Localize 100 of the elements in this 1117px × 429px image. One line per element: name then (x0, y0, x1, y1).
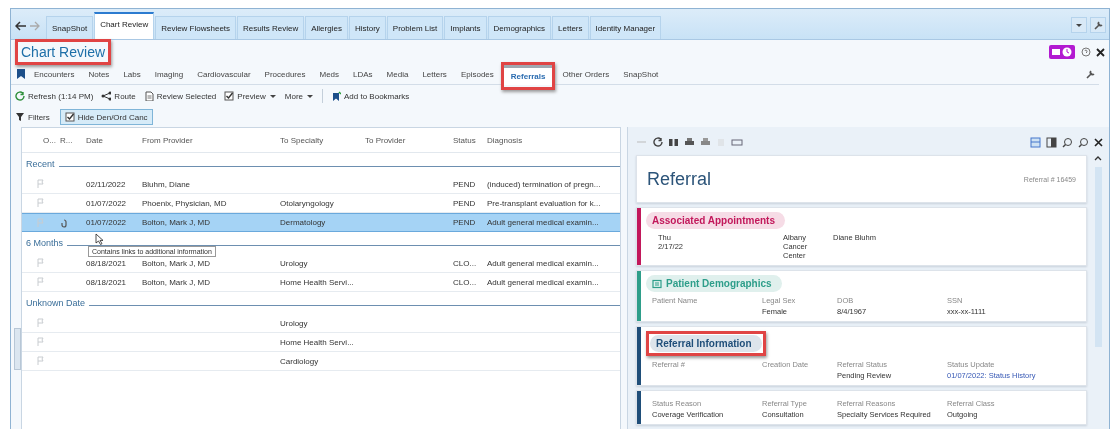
checkbox[interactable] (224, 91, 235, 101)
section-tab[interactable]: Referrals (503, 65, 553, 85)
section-title: Patient Demographics (646, 275, 782, 292)
section-tab[interactable]: Notes (81, 64, 117, 84)
table-cell: Cardiology (280, 356, 319, 366)
section-tab[interactable]: SnapShot (616, 64, 666, 84)
table-cell: Bolton, Mark J, MD (142, 258, 210, 268)
group-label: Recent (26, 159, 55, 169)
toolbar-button[interactable]: Route (101, 91, 136, 101)
column-header[interactable]: R... (60, 135, 73, 145)
toolbar-button[interactable]: Add to Bookmarks (331, 91, 410, 101)
window-tab[interactable]: Identity Manager (589, 16, 662, 39)
table-cell: (induced) termination of pregn... (487, 179, 601, 189)
pointer-cursor-icon (95, 233, 103, 245)
bookmark-icon[interactable] (15, 68, 27, 80)
activity-title: Chart Review (20, 43, 107, 61)
zoom-out-icon[interactable] (1062, 136, 1073, 148)
table-cell: Adult general medical examin... (487, 218, 599, 227)
link-icon[interactable] (60, 217, 68, 228)
table-cell: CLO... (453, 277, 477, 287)
section-tab[interactable]: Media (379, 64, 416, 84)
window-tab[interactable]: Demographics (487, 16, 552, 39)
wrench-icon (1093, 20, 1103, 30)
toolbar-button[interactable]: Preview (224, 91, 277, 101)
binoculars-icon[interactable] (668, 137, 679, 147)
notification-badge[interactable] (1049, 45, 1075, 59)
table-cell: PEND (453, 179, 476, 189)
section-tab[interactable]: Labs (116, 64, 148, 84)
split-view-icon[interactable] (1046, 136, 1057, 148)
column-header[interactable]: Diagnosis (487, 135, 523, 145)
filter-toggle[interactable]: Hide Den/Ord Canc (59, 109, 153, 125)
bookmark-icon (331, 91, 341, 101)
table-row[interactable]: 01/07/2022 Bolton, Mark J, MD Dermatology PEND Adult general medical examin... (22, 213, 620, 232)
table-cell: PEND (453, 218, 476, 227)
table-cell: Adult general medical examin... (487, 258, 599, 268)
toolbar-button[interactable]: Review Selected (143, 91, 217, 101)
column-header[interactable]: Status (453, 135, 476, 145)
window-tab[interactable]: Allergies (305, 16, 348, 39)
refresh-icon (15, 91, 25, 101)
printer-icon[interactable] (700, 137, 711, 147)
section-tab[interactable]: Letters (415, 64, 454, 84)
section-tab[interactable]: Imaging (147, 64, 191, 84)
window-tab[interactable]: Results Review (237, 16, 305, 39)
help-icon[interactable] (1081, 47, 1091, 57)
table-cell: Bolton, Mark J, MD (142, 218, 210, 227)
window-tab[interactable]: SnapShot (46, 16, 94, 39)
wrench-button[interactable] (1090, 17, 1106, 33)
table-cell: Dermatology (280, 218, 326, 227)
column-header[interactable]: To Specialty (280, 135, 324, 145)
column-header[interactable]: Date (86, 135, 103, 145)
section-tab[interactable]: Procedures (257, 64, 313, 84)
table-cell: Otolaryngology (280, 198, 334, 208)
close-icon[interactable] (1094, 137, 1103, 147)
window-tab[interactable]: Chart Review (94, 12, 155, 39)
table-cell: Urology (280, 258, 308, 268)
keyboard-icon[interactable] (731, 138, 743, 146)
window-tab[interactable]: Problem List (386, 16, 444, 39)
report-title: Referral (647, 168, 712, 190)
printer-icon[interactable] (684, 137, 695, 147)
section-tab[interactable]: Encounters (27, 64, 82, 84)
section-tab[interactable]: LDAs (346, 64, 380, 84)
section-title: Referral Information (650, 335, 762, 352)
window-tab[interactable]: Implants (444, 16, 487, 39)
section-tab[interactable]: Cardiovascular (190, 64, 258, 84)
group-label: Unknown Date (26, 298, 86, 308)
table-cell: 01/07/2022 (86, 198, 127, 208)
checkbox[interactable] (64, 112, 75, 122)
filter-icon (15, 112, 25, 122)
caret-icon (1075, 21, 1083, 29)
window-tab[interactable]: History (348, 16, 386, 39)
close-icon[interactable] (1096, 47, 1105, 57)
section-tab[interactable]: Meds (312, 64, 347, 84)
filters-button[interactable]: Filters (15, 112, 50, 122)
column-header[interactable]: To Provider (365, 135, 406, 145)
table-cell: Phoenix, Physician, MD (142, 198, 227, 208)
column-header[interactable]: From Provider (142, 135, 193, 145)
wrench-icon[interactable] (1085, 69, 1095, 79)
table-cell: Pre-transplant evaluation for k... (487, 198, 601, 208)
zoom-in-icon[interactable] (1078, 136, 1089, 148)
section-tab[interactable]: Episodes (453, 64, 501, 84)
scroll-up-icon[interactable] (1094, 155, 1102, 161)
layout-icon[interactable] (1030, 136, 1041, 148)
section-title: Associated Appointments (646, 212, 785, 229)
splitter-handle[interactable] (14, 328, 21, 370)
window-tab[interactable]: Review Flowsheets (155, 16, 237, 39)
refresh-icon[interactable] (653, 137, 663, 147)
table-cell: 08/18/2021 (86, 258, 127, 268)
table-cell: 02/11/2022 (86, 179, 126, 189)
table-cell: Adult general medical examin... (487, 277, 599, 287)
table-cell: Home Health Servi... (280, 337, 354, 347)
section-tab[interactable]: Other Orders (555, 64, 617, 84)
table-cell: Urology (280, 318, 308, 328)
column-header[interactable]: O... (43, 135, 56, 145)
table-cell: CLO... (453, 258, 477, 268)
dropdown-button[interactable] (1071, 17, 1087, 33)
table-cell: Home Health Servi... (280, 277, 354, 287)
toolbar-button[interactable]: More (284, 91, 314, 101)
toolbar-button[interactable]: Refresh (1:14 PM) (15, 91, 94, 101)
window-tab[interactable]: Letters (552, 16, 589, 39)
table-cell: PEND (453, 198, 476, 208)
